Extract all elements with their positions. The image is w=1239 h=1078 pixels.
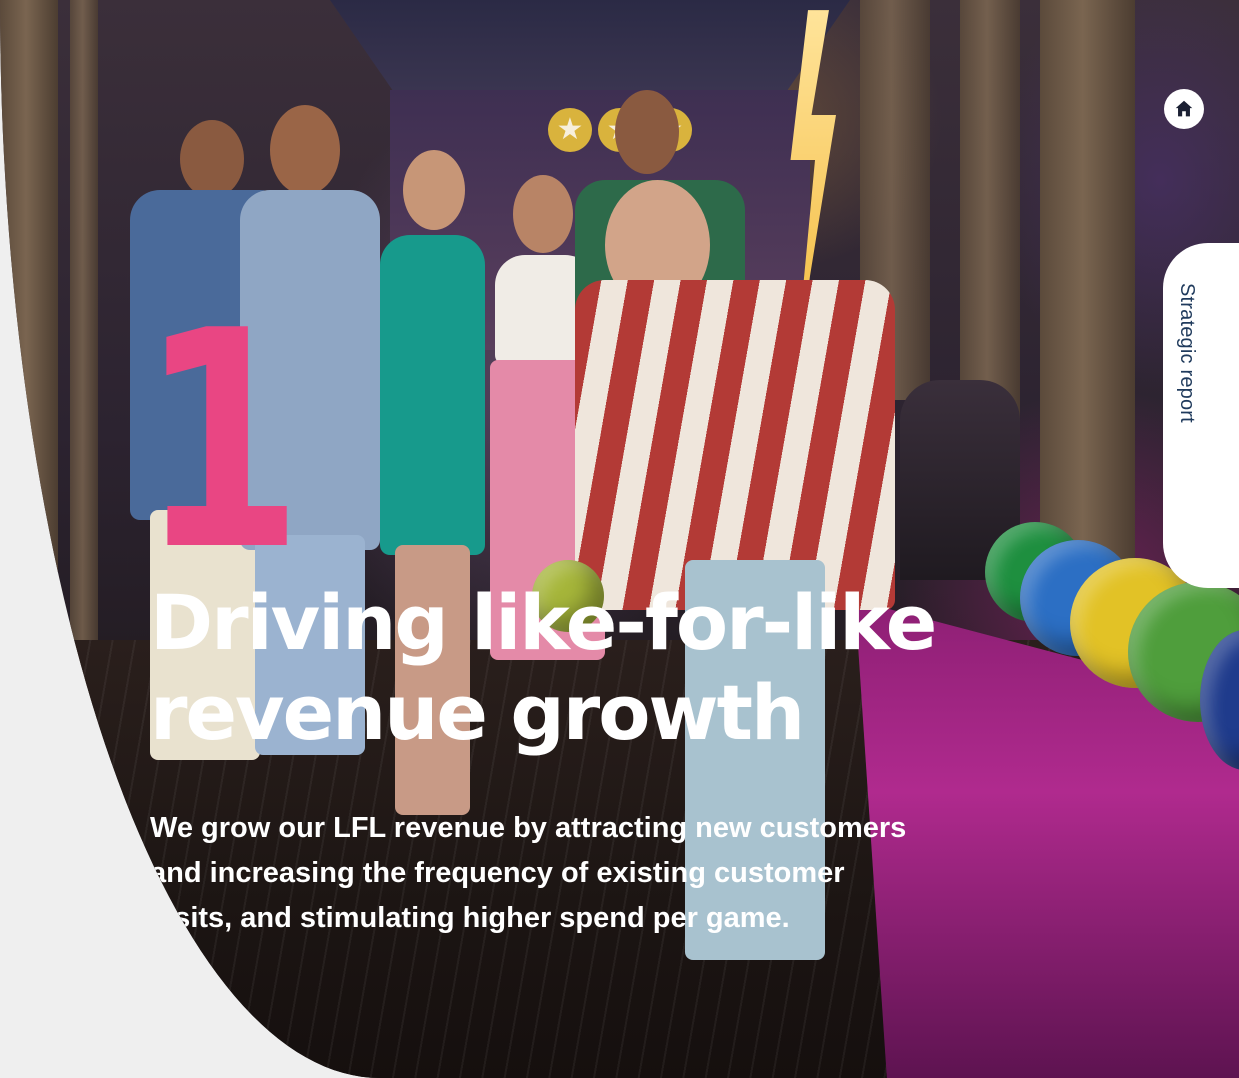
description-line: visits, and stimulating higher spend per…: [150, 902, 790, 934]
wood-post: [1040, 0, 1135, 560]
side-tab-label: Strategic report: [1176, 283, 1198, 423]
home-button[interactable]: [1164, 89, 1204, 129]
section-headline: Driving like-for-like revenue growth: [150, 578, 1050, 758]
section-number: 1: [140, 267, 303, 616]
description-line: and increasing the frequency of existing…: [150, 857, 845, 889]
photo-ceiling: [330, 0, 850, 90]
section-description: We grow our LFL revenue by attracting ne…: [150, 806, 1020, 941]
headline-line: Driving like-for-like: [150, 578, 937, 667]
hero-photo: ★ ★ ★: [0, 0, 1239, 1078]
report-page: ★ ★ ★: [0, 0, 1239, 1078]
wall-star-decoration: ★: [548, 108, 592, 152]
headline-line: revenue growth: [150, 668, 805, 757]
wood-post: [70, 0, 98, 720]
description-line: We grow our LFL revenue by attracting ne…: [150, 812, 907, 844]
home-icon: [1175, 100, 1193, 117]
